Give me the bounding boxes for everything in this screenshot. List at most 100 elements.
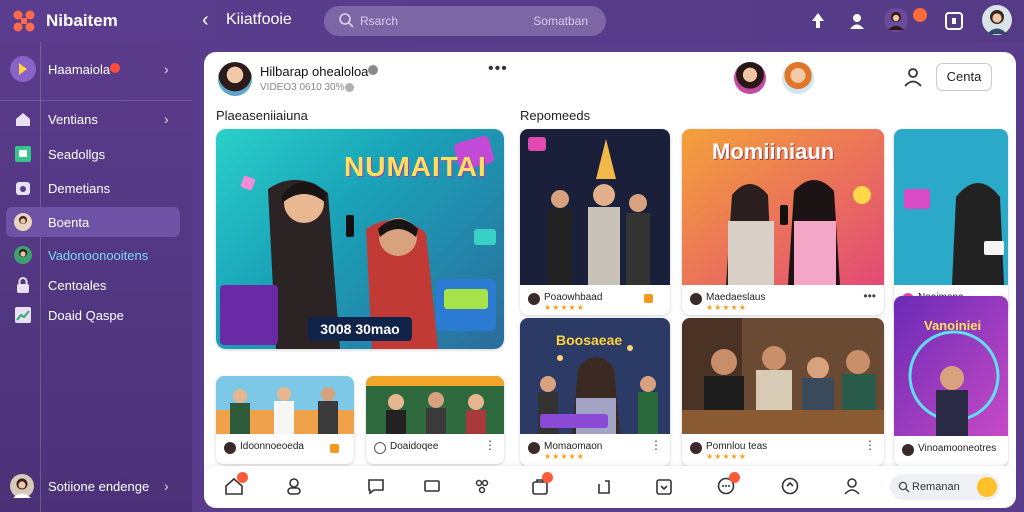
card-caption-text: Vinoamooneotres [918, 443, 997, 454]
avatar [690, 442, 702, 454]
sidebar-profile[interactable]: Haamaiola › [0, 54, 192, 84]
video-thumbnail [366, 376, 504, 434]
video-card[interactable]: Doaidoqee ⋮ [366, 376, 504, 464]
like-icon[interactable] [644, 294, 653, 303]
video-card[interactable]: Momiiniaun Maedaeslaus ••• ★★★★★ [682, 129, 884, 315]
chart-icon [15, 307, 31, 323]
more-options-icon[interactable]: ••• [488, 60, 508, 78]
avatar[interactable] [782, 62, 814, 94]
search-scope: Somatban [533, 14, 588, 28]
profile-avatar-icon [10, 56, 36, 82]
video-card[interactable]: Idoonnoeoeda [216, 376, 354, 464]
search-icon [339, 13, 354, 28]
sidebar-item-boenta[interactable]: Boenta [6, 207, 180, 237]
card-caption-text: Pomnlou teas [706, 441, 768, 452]
card-caption-text: Maedaeslaus [706, 292, 766, 303]
sidebar-item-label: Ventians [48, 111, 98, 127]
bell-icon[interactable] [846, 10, 868, 32]
lock-icon [17, 277, 29, 293]
sidebar-item-label: Demetians [48, 180, 111, 196]
avatar[interactable] [218, 62, 252, 96]
card-caption: Pomnlou teas ⋮ ★★★★★ [682, 434, 884, 464]
avatar [14, 213, 32, 231]
sidebar-item-ventians[interactable]: Ventians › [0, 104, 192, 134]
video-card[interactable]: Pomnlou teas ⋮ ★★★★★ [682, 318, 884, 466]
bottom-navigation: Remanan [204, 466, 1016, 508]
video-thumbnail [216, 376, 354, 434]
section-label-right: Repomeeds [520, 108, 591, 123]
refresh-icon[interactable] [780, 476, 800, 496]
notification-badge [913, 8, 927, 22]
user-icon[interactable] [842, 476, 862, 496]
video-thumbnail [682, 318, 884, 434]
main-content: Hilbarap ohealoloa VIDEO3 0610 30% ••• C… [204, 52, 1016, 506]
more-options-icon[interactable]: ••• [863, 289, 876, 303]
sidebar-item-seadollgs[interactable]: Seadollgs [0, 139, 192, 169]
card-title: Boosaeae [556, 332, 623, 348]
video-card[interactable]: Boosaeae Momaomaon ⋮ ★★★★★ [520, 318, 670, 466]
sidebar-item-label: Seadollgs [48, 146, 106, 162]
app-logo-icon[interactable] [12, 9, 36, 33]
user-icon[interactable] [902, 66, 924, 88]
featured-label: 3008 30mao [308, 317, 412, 341]
featured-video-card[interactable]: NUMAITAI 3008 30mao [216, 129, 504, 349]
more-options-icon[interactable]: ⋮ [650, 438, 662, 452]
post-subtitle: VIDEO3 0610 30% [260, 82, 345, 93]
search-input[interactable]: Rsarch Somatban [324, 6, 606, 36]
card-caption-text: Idoonnoeoeda [240, 441, 304, 452]
sidebar-footer-label: Sotiione endenge [48, 478, 150, 494]
avatar [14, 246, 32, 264]
people-icon[interactable] [472, 476, 492, 496]
profile-avatar[interactable] [982, 5, 1012, 35]
more-options-icon[interactable]: ⋮ [484, 438, 496, 452]
notification-badge [729, 472, 740, 483]
gear-icon [16, 182, 30, 195]
create-button[interactable]: Centa [936, 63, 992, 91]
sidebar-item-vadonoonooitens[interactable]: Vadonoonooitens [0, 240, 192, 270]
video-thumbnail [520, 129, 670, 285]
video-card[interactable]: Poaowhbaad ★★★★★ [520, 129, 670, 315]
video-thumbnail [894, 129, 1008, 285]
share-icon[interactable] [594, 476, 614, 496]
sidebar-item-label: Centoales [48, 277, 107, 293]
bottom-search-input[interactable]: Remanan [890, 474, 1000, 500]
card-caption-text: Momaomaon [544, 441, 603, 452]
avatar[interactable] [884, 8, 908, 32]
avatar[interactable] [734, 62, 766, 94]
user-icon[interactable] [284, 476, 304, 496]
sidebar-item-doaid-qaspe[interactable]: Doaid Qaspe [0, 300, 192, 330]
avatar [902, 444, 914, 456]
notification-badge [237, 472, 248, 483]
video-card[interactable]: Vanoiniei Vinoamooneotres [894, 296, 1008, 466]
sidebar-item-label: Doaid Qaspe [48, 307, 124, 323]
like-icon[interactable] [330, 444, 339, 453]
calendar-icon [15, 146, 31, 162]
video-card[interactable]: Noaimena [894, 129, 1008, 315]
window-icon[interactable] [943, 10, 965, 32]
rating-stars: ★★★★★ [706, 452, 747, 461]
sidebar-item-demetians[interactable]: Demetians [0, 173, 192, 203]
profile-badge [110, 63, 120, 73]
upload-icon[interactable] [807, 10, 829, 32]
search-go-icon[interactable] [977, 477, 997, 497]
card-caption: Idoonnoeoeda [216, 434, 354, 464]
sidebar-item-label: Boenta [48, 214, 90, 230]
card-caption: Vinoamooneotres [894, 436, 1008, 466]
download-icon[interactable] [654, 476, 674, 496]
tablet-icon[interactable] [422, 476, 442, 496]
sidebar-item-centoales[interactable]: Centoales [0, 270, 192, 300]
sidebar-item-label: Vadonoonooitens [48, 247, 149, 263]
sidebar-footer[interactable]: Sotiione endenge › [0, 471, 192, 501]
post-title: Hilbarap ohealoloa [260, 64, 369, 79]
chat-icon[interactable] [366, 476, 386, 496]
back-icon[interactable]: ‹ [202, 9, 209, 32]
more-options-icon[interactable]: ⋮ [864, 438, 876, 452]
featured-title: NUMAITAI [344, 151, 487, 182]
rating-stars: ★★★★★ [544, 452, 585, 461]
avatar [690, 293, 702, 305]
verified-icon [368, 65, 378, 75]
card-caption: Maedaeslaus ••• ★★★★★ [682, 285, 884, 315]
card-caption-text: Doaidoqee [390, 441, 439, 452]
section-label-left: Plaeaseniiaiuna [216, 108, 308, 123]
app-title: Nibaitem [46, 11, 118, 30]
